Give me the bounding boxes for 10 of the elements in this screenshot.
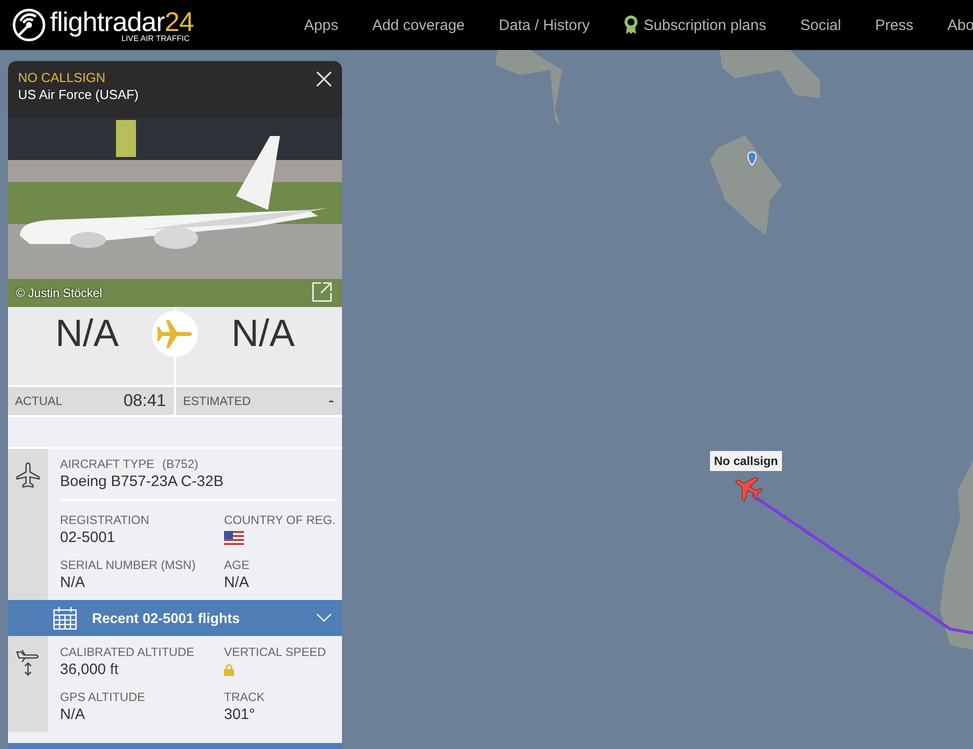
nav-link[interactable]: Apps bbox=[287, 16, 356, 34]
nav-link[interactable]: Social bbox=[783, 16, 858, 34]
nav-link[interactable]: Subscription plans bbox=[606, 15, 784, 35]
nav-link[interactable]: Data / History bbox=[482, 16, 607, 34]
logo-wordmark[interactable]: flightradar24 bbox=[50, 8, 194, 36]
ribbon-icon bbox=[624, 15, 638, 35]
nav-link[interactable]: Press bbox=[858, 16, 930, 34]
radar-logo-icon[interactable] bbox=[12, 8, 46, 42]
logo-tagline: LIVE AIR TRAFFIC bbox=[121, 34, 190, 42]
nav-link[interactable]: Add coverage bbox=[355, 16, 482, 34]
